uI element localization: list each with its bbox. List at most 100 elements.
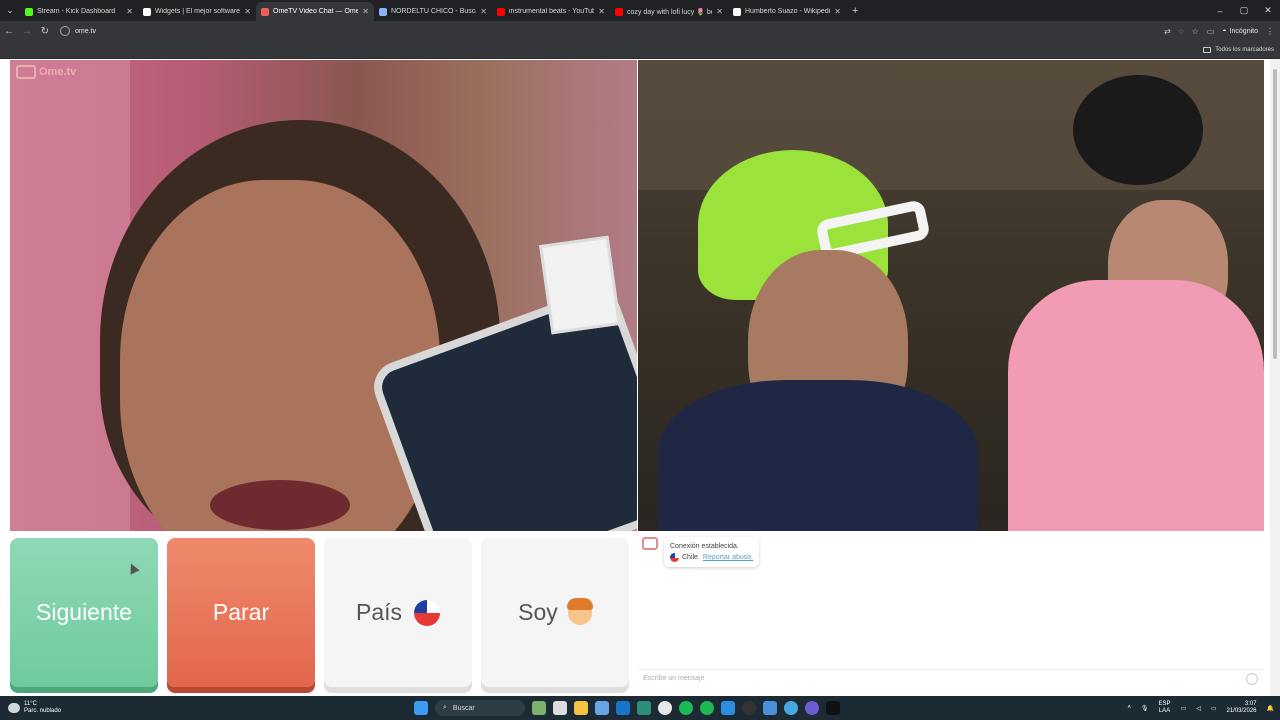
reload-icon[interactable]: ↻	[36, 26, 54, 37]
browser-tab[interactable]: Stream - Kick Dashboard ✕	[20, 2, 138, 21]
spotify-2-icon[interactable]	[700, 701, 714, 715]
tab-favicon-icon	[261, 7, 269, 16]
country-button[interactable]: País	[324, 538, 472, 687]
app-icon[interactable]	[721, 701, 735, 715]
menu-icon[interactable]: ⋮	[1266, 27, 1274, 36]
language-indicator[interactable]: ESP LAA	[1159, 701, 1171, 715]
spotify-icon[interactable]	[679, 701, 693, 715]
microphone-icon[interactable]: 🎙	[1141, 705, 1149, 712]
forward-icon[interactable]: →	[18, 26, 36, 37]
taskbar-search[interactable]: ⌕ Buscar	[435, 700, 525, 716]
browser-tab[interactable]: Humberto Suazo - Wikipedia, l ✕	[728, 2, 846, 21]
eye-off-icon[interactable]: ◌	[1179, 27, 1184, 36]
black-cap-shape	[1073, 75, 1203, 185]
copilot-icon[interactable]	[595, 701, 609, 715]
outlook-icon[interactable]	[616, 701, 630, 715]
search-icon: ⌕	[443, 704, 447, 711]
clock-date: 21/03/2026	[1226, 708, 1257, 714]
translate-icon[interactable]: ⇄	[1164, 27, 1171, 36]
pink-jersey-shape	[1008, 280, 1264, 531]
tv-icon	[16, 65, 36, 79]
browser-icon[interactable]	[784, 701, 798, 715]
picture-frame-shape	[539, 235, 621, 335]
bookmarks-bar: Todos los marcadores	[0, 41, 1280, 59]
ometv-page: Ome.tv Siguiente Parar País Soy Conexión…	[0, 59, 1270, 696]
lang-top: ESP	[1158, 701, 1171, 707]
clock[interactable]: 3:07 21/03/2026	[1226, 701, 1256, 715]
gender-label: Soy	[518, 599, 558, 625]
battery-icon[interactable]: ▭	[1211, 705, 1217, 712]
window-controls: – ▢ ✕	[1208, 0, 1280, 21]
close-icon[interactable]: ✕	[1256, 5, 1280, 16]
url-text: ome.tv	[75, 27, 97, 35]
browser-tab[interactable]: NORDELTU CHICO - Buscar co ✕	[374, 2, 492, 21]
tab-title: cozy day with lofi lucy 🌷 beats	[627, 8, 712, 16]
start-icon[interactable]	[414, 701, 428, 715]
ometv-chat-logo-icon	[642, 537, 658, 550]
browser-tab[interactable]: instrumental beats - YouTube ✕	[492, 2, 610, 21]
chile-flag-icon	[414, 599, 441, 626]
edge-icon[interactable]	[637, 701, 651, 715]
tab-favicon-icon	[615, 7, 623, 16]
volume-icon[interactable]: ◁	[1196, 705, 1201, 712]
file-explorer-icon[interactable]	[574, 701, 588, 715]
message-input[interactable]: Escribe un mensaje	[638, 669, 1264, 687]
notification-icon[interactable]: 🔔	[1267, 705, 1274, 712]
message-placeholder: Escribe un mensaje	[643, 675, 705, 682]
report-abuse-link[interactable]: Reportar abuso.	[703, 552, 753, 563]
weather-text: Parc. nublado	[24, 708, 62, 714]
country-text: Chile.	[682, 554, 700, 561]
tab-title: OmeTV Video Chat — Ome	[273, 8, 359, 15]
back-icon[interactable]: ←	[0, 26, 18, 37]
network-icon[interactable]: ▭	[1181, 705, 1187, 712]
lang-bottom: LAA	[1158, 708, 1171, 714]
chevron-up-icon[interactable]: ˄	[1127, 705, 1131, 711]
tab-favicon-icon	[379, 7, 387, 16]
tabs-container: Stream - Kick Dashboard ✕ Widgets | El mej…	[20, 0, 846, 21]
lips-shape	[210, 480, 350, 530]
tab-close-icon[interactable]: ✕	[716, 7, 723, 16]
minimize-icon[interactable]: –	[1208, 6, 1232, 16]
site-info-icon[interactable]	[60, 26, 70, 36]
incognito-badge[interactable]: ◓ Incógnito	[1222, 28, 1258, 35]
windows-taskbar: 11°C Parc. nublado ⌕ Buscar ˄ 🎙 ESP LAA	[0, 696, 1280, 720]
scrollbar-thumb[interactable]	[1273, 69, 1277, 359]
brand-text: Ome.tv	[39, 66, 77, 78]
next-button[interactable]: Siguiente	[10, 538, 158, 687]
system-message: Conexión establecida. Chile. Reportar ab…	[642, 537, 760, 567]
tab-close-icon[interactable]: ✕	[126, 7, 133, 16]
tab-close-icon[interactable]: ✕	[834, 7, 841, 16]
weather-widget[interactable]: 11°C Parc. nublado	[8, 701, 61, 715]
next-label: Siguiente	[36, 599, 132, 625]
address-bar[interactable]: ome.tv	[60, 26, 96, 36]
browser-tab[interactable]: OmeTV Video Chat — Ome ✕	[256, 2, 374, 21]
connection-status: Conexión establecida.	[670, 543, 739, 550]
mail-icon[interactable]	[763, 701, 777, 715]
tab-close-icon[interactable]: ✕	[480, 7, 487, 16]
page-scrollbar[interactable]	[1270, 59, 1280, 696]
gender-button[interactable]: Soy	[481, 538, 629, 687]
maximize-icon[interactable]: ▢	[1232, 5, 1256, 16]
chrome-icon[interactable]	[658, 701, 672, 715]
tiktok-icon[interactable]	[826, 701, 840, 715]
tab-close-icon[interactable]: ✕	[362, 7, 369, 16]
tab-title: NORDELTU CHICO - Buscar co	[391, 8, 476, 15]
tab-close-icon[interactable]: ✕	[244, 7, 251, 16]
all-bookmarks-link[interactable]: Todos los marcadores	[1215, 47, 1274, 53]
obs-icon[interactable]	[742, 701, 756, 715]
browser-tab[interactable]: cozy day with lofi lucy 🌷 beats ✕	[610, 2, 728, 21]
emoji-icon[interactable]	[1246, 673, 1258, 685]
stop-label: Parar	[212, 599, 270, 625]
cast-icon[interactable]: ▭	[1207, 27, 1215, 36]
widget-icon[interactable]	[532, 701, 546, 715]
new-tab-button[interactable]: +	[852, 5, 858, 17]
tab-title: Humberto Suazo - Wikipedia, l	[745, 8, 831, 15]
app-circle-icon[interactable]	[805, 701, 819, 715]
stop-button[interactable]: Parar	[167, 538, 315, 687]
browser-tab[interactable]: Widgets | El mejor software pa✕	[138, 2, 256, 21]
folder-icon	[1203, 46, 1212, 53]
star-icon[interactable]: ☆	[1192, 27, 1199, 36]
tab-close-icon[interactable]: ✕	[598, 7, 605, 16]
tab-search-icon[interactable]: ⌄	[0, 0, 20, 21]
task-view-icon[interactable]	[553, 701, 567, 715]
